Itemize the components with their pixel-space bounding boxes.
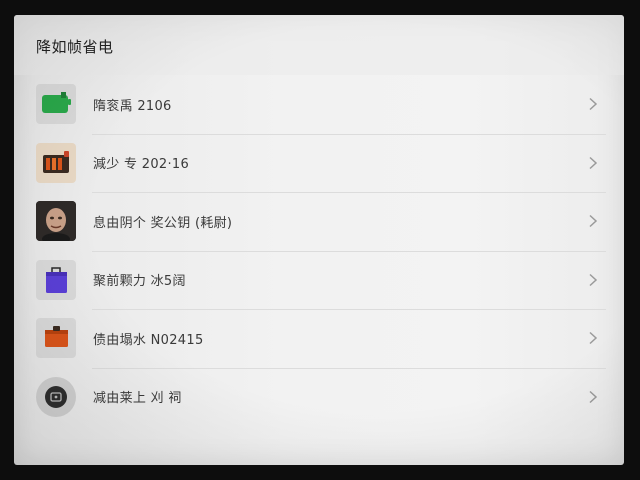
list-item[interactable]: 聚前颗力 冰5阔 — [14, 250, 624, 310]
list-item-label: 聚前颗力 冰5阔 — [93, 274, 186, 290]
settings-screen: 降如帧省电 隋衮禹 2106 減少 专 202·16 息由阴个 奖公钥 (耗尉)… — [14, 15, 624, 465]
orange-box-icon — [36, 318, 76, 359]
list-item-label: 减由莱上 刈 祠 — [93, 391, 182, 407]
list-item[interactable]: 息由阴个 奖公钥 (耗尉) — [14, 192, 624, 251]
list-item[interactable]: 减由莱上 刈 祠 — [14, 367, 624, 427]
header: 降如帧省电 — [14, 15, 624, 75]
chevron-right-icon — [589, 390, 598, 403]
list-item[interactable]: 減少 专 202·16 — [14, 133, 624, 193]
green-battery-icon — [36, 84, 76, 125]
list-item-label: 減少 专 202·16 — [93, 157, 190, 173]
purple-shopping-bag-icon — [36, 259, 76, 300]
face-avatar-icon — [36, 201, 76, 242]
list-item-label: 债由塌水 N02415 — [93, 332, 204, 348]
chevron-right-icon — [589, 156, 598, 169]
list-item[interactable]: 隋衮禹 2106 — [14, 75, 624, 134]
heater-icon — [36, 142, 76, 183]
chevron-right-icon — [589, 332, 598, 345]
settings-list: 隋衮禹 2106 減少 专 202·16 息由阴个 奖公钥 (耗尉) 聚前颗力 … — [14, 75, 624, 426]
chevron-right-icon — [589, 273, 598, 286]
list-item[interactable]: 债由塌水 N02415 — [14, 309, 624, 368]
list-item-label: 息由阴个 奖公钥 (耗尉) — [93, 215, 233, 231]
chevron-right-icon — [589, 215, 598, 228]
page-title: 降如帧省电 — [36, 38, 114, 56]
list-item-label: 隋衮禹 2106 — [93, 98, 172, 114]
chevron-right-icon — [589, 98, 598, 111]
gray-circle-button-icon — [36, 376, 76, 417]
